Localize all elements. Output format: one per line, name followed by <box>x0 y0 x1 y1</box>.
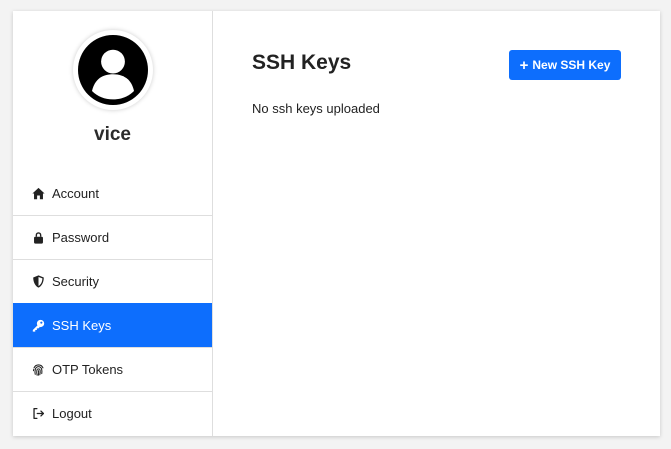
profile-section: vice <box>13 11 212 171</box>
fingerprint-icon <box>31 363 45 377</box>
home-icon <box>31 186 45 200</box>
logout-icon <box>31 407 45 421</box>
plus-icon: + <box>519 56 529 74</box>
sidebar-item-label: OTP Tokens <box>52 362 124 377</box>
username: vice <box>94 124 131 145</box>
sidebar-item-otp-tokens[interactable]: OTP Tokens <box>13 347 212 391</box>
sidebar-item-label: Security <box>52 274 99 289</box>
sidebar: vice Account Password Security SSH Keys … <box>13 11 213 436</box>
sidebar-item-ssh-keys[interactable]: SSH Keys <box>13 303 212 347</box>
shield-icon <box>31 275 45 289</box>
page-title: SSH Keys <box>252 51 352 74</box>
sidebar-item-logout[interactable]: Logout <box>13 391 212 435</box>
settings-card: vice Account Password Security SSH Keys … <box>13 11 660 436</box>
sidebar-item-label: Password <box>52 230 110 245</box>
sidebar-item-label: SSH Keys <box>52 318 112 333</box>
sidebar-item-security[interactable]: Security <box>13 259 212 303</box>
avatar <box>73 30 153 110</box>
main-content: SSH Keys + New SSH Key No ssh keys uploa… <box>213 11 660 436</box>
lock-icon <box>31 231 45 245</box>
sidebar-item-label: Logout <box>52 406 92 421</box>
sidebar-item-password[interactable]: Password <box>13 215 212 259</box>
empty-state-message: No ssh keys uploaded <box>252 101 380 116</box>
sidebar-item-label: Account <box>52 185 99 201</box>
sidebar-item-account[interactable]: Account <box>13 171 212 215</box>
user-circle-icon <box>78 35 148 105</box>
key-icon <box>31 319 45 333</box>
new-ssh-key-button[interactable]: + New SSH Key <box>509 50 621 80</box>
sidebar-nav: Account Password Security SSH Keys OTP T… <box>13 171 212 435</box>
new-ssh-key-button-label: New SSH Key <box>532 58 611 72</box>
